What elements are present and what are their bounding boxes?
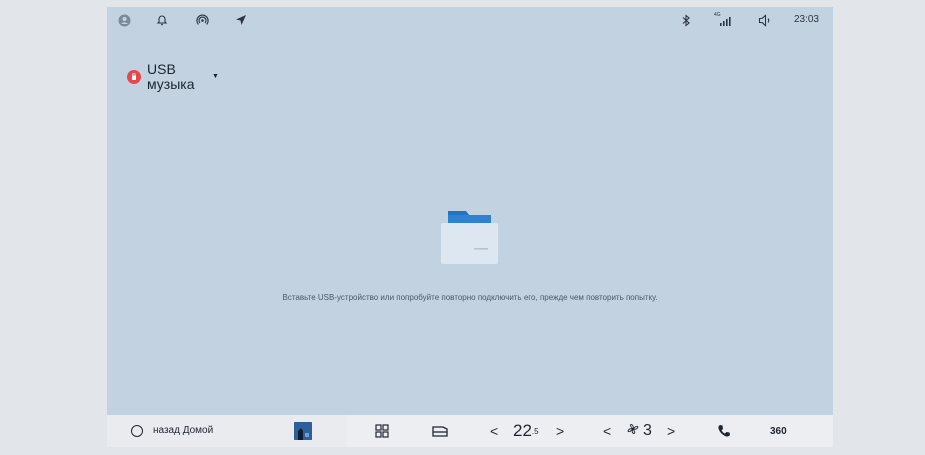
surround-camera-button[interactable]: 360	[770, 423, 787, 439]
network-type-label: 4G	[714, 12, 721, 18]
phone-icon[interactable]	[717, 423, 731, 439]
temperature-fraction: .5	[531, 426, 539, 436]
camera-360-label: 360	[770, 425, 787, 437]
dock-home-area: назад Домой	[107, 415, 347, 447]
empty-state-message: Вставьте USB-устройство или попробуйте п…	[282, 293, 658, 302]
status-bar: 4G 23:03	[107, 7, 833, 33]
bluetooth-icon[interactable]	[678, 12, 694, 28]
volume-icon[interactable]	[757, 12, 773, 28]
clock: 23:03	[793, 14, 819, 25]
fan-increase-button[interactable]: >	[667, 423, 675, 439]
temp-decrease-button[interactable]: <	[490, 423, 498, 439]
source-label: USB музыка	[147, 61, 195, 92]
grid-icon[interactable]	[375, 423, 389, 439]
temp-increase-button[interactable]: >	[556, 423, 564, 439]
fan-auto-icon	[625, 423, 641, 439]
media-thumbnail[interactable]	[294, 422, 312, 440]
fan-level: 3	[643, 422, 652, 439]
cellular-signal-icon: 4G	[714, 12, 734, 28]
avatar-icon[interactable]	[116, 12, 132, 28]
usb-icon	[127, 70, 141, 84]
bell-icon[interactable]	[154, 12, 170, 28]
bottom-dock: назад Домой < 22.5 > < 3 > 360	[107, 415, 833, 447]
home-icon[interactable]	[131, 425, 143, 437]
home-button[interactable]: назад Домой	[153, 425, 213, 436]
source-selector[interactable]: USB музыка ▼	[127, 62, 219, 92]
dock-controls: < 22.5 > < 3 > 360	[347, 415, 833, 447]
temperature-display: 22.5	[513, 421, 539, 440]
navigation-arrow-icon[interactable]	[233, 12, 249, 28]
seat-icon[interactable]	[431, 423, 449, 439]
caret-down-icon: ▼	[212, 73, 219, 80]
fan-decrease-button[interactable]: <	[603, 423, 611, 439]
temperature-whole: 22	[513, 421, 532, 440]
folder-icon	[440, 210, 498, 264]
hotspot-icon[interactable]	[194, 12, 210, 28]
media-screen: 4G 23:03 USB музыка ▼ Вставьте USB-устро…	[107, 7, 833, 447]
